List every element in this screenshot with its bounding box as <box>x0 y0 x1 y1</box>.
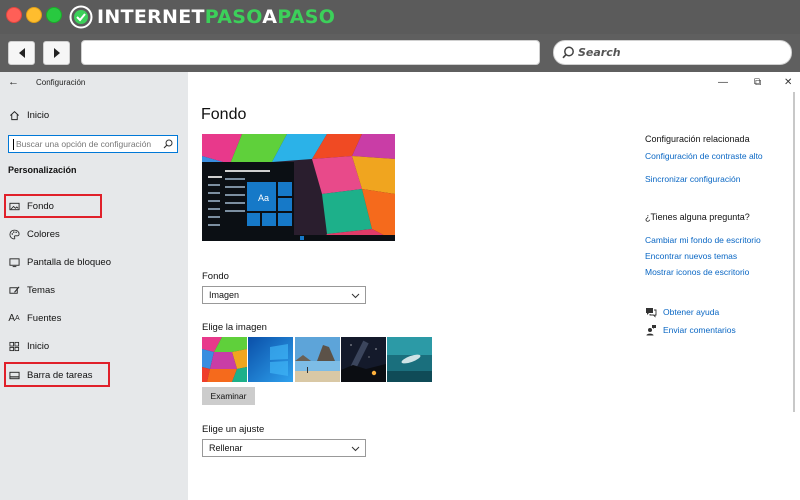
thumbnail-colorful-image <box>202 337 247 382</box>
sidebar-item-temas[interactable]: Temas <box>8 281 178 299</box>
high-contrast-link[interactable]: Configuración de contraste alto <box>645 151 763 161</box>
forward-button[interactable] <box>43 41 70 65</box>
highlight-box-barra-de-tareas <box>4 362 110 387</box>
sidebar-item-colores[interactable]: Colores <box>8 225 178 243</box>
brand-text-part: A <box>262 6 278 28</box>
browser-window: INTERNETPASOAPASO Search ← Configuración… <box>0 0 800 500</box>
sidebar-item-inicio[interactable]: Inicio <box>8 337 178 355</box>
sidebar-item-label: Inicio <box>27 340 50 352</box>
sidebar-item-label: Temas <box>27 284 55 296</box>
chevron-down-icon <box>351 446 360 452</box>
sync-settings-link[interactable]: Sincronizar configuración <box>645 174 740 184</box>
brand-text-part: INTERNET <box>97 6 205 28</box>
text-caret <box>13 138 14 150</box>
arrow-left-icon <box>18 48 25 58</box>
sidebar-item-label: Fuentes <box>27 312 62 324</box>
related-settings-heading: Configuración relacionada <box>645 134 750 144</box>
back-arrow-icon[interactable]: ← <box>8 77 19 88</box>
find-themes-link[interactable]: Encontrar nuevos temas <box>645 251 737 261</box>
browse-button[interactable]: Examinar <box>202 387 255 405</box>
sidebar-item-pantalla-de-bloqueo[interactable]: Pantalla de bloqueo <box>8 253 178 271</box>
image-thumbnail-5[interactable] <box>387 337 432 382</box>
questions-heading: ¿Tienes alguna pregunta? <box>645 212 750 222</box>
fondo-label: Fondo <box>202 271 229 282</box>
scrollbar[interactable] <box>793 92 795 412</box>
fit-dropdown-value: Rellenar <box>209 443 243 453</box>
fonts-icon: AA <box>8 312 20 324</box>
search-icon <box>562 46 574 59</box>
maximize-window-button[interactable] <box>46 7 62 23</box>
thumbnail-night-sky-image <box>341 337 386 382</box>
desktop-icons-link[interactable]: Mostrar iconos de escritorio <box>645 267 749 277</box>
browser-toolbar: Search <box>0 34 800 72</box>
image-thumbnail-4[interactable] <box>341 337 386 382</box>
lock-screen-icon <box>8 256 20 268</box>
thumbnail-beach-image <box>295 337 340 382</box>
send-feedback-label: Enviar comentarios <box>663 325 736 335</box>
back-button[interactable] <box>8 41 35 65</box>
start-icon <box>8 340 20 352</box>
settings-search-input[interactable]: Buscar una opción de configuración <box>8 135 178 153</box>
feedback-person-icon <box>646 325 656 336</box>
image-thumbnail-1[interactable] <box>202 337 247 382</box>
brand-text-part: PASO <box>204 6 263 28</box>
thumbnail-windows-image <box>248 337 293 382</box>
fit-label: Elige un ajuste <box>202 424 265 435</box>
preview-image <box>202 134 395 241</box>
brand-text-part: PASO <box>277 6 336 28</box>
home-icon <box>8 109 20 121</box>
restore-icon[interactable]: ⧉ <box>754 78 761 88</box>
search-icon <box>163 139 173 149</box>
browser-search-field[interactable]: Search <box>553 40 792 65</box>
help-chat-icon <box>646 308 657 318</box>
fit-dropdown[interactable]: Rellenar <box>202 439 366 457</box>
address-bar[interactable] <box>81 40 540 65</box>
sidebar-item-fuentes[interactable]: AA Fuentes <box>8 309 178 327</box>
brand-wordmark: INTERNETPASOAPASO <box>97 4 335 30</box>
sidebar-item-home[interactable]: Inicio <box>8 106 178 124</box>
fondo-dropdown-value: Imagen <box>209 290 240 300</box>
fondo-dropdown[interactable]: Imagen <box>202 286 366 304</box>
settings-main-pane: — ⧉ ✕ Fondo Aa Fondo Imagen Elige la ima… <box>188 72 800 500</box>
sidebar-item-label: Pantalla de bloqueo <box>27 256 111 268</box>
settings-search-placeholder: Buscar una opción de configuración <box>16 139 152 149</box>
chevron-down-icon <box>351 293 360 299</box>
settings-sidebar: ← Configuración Inicio Buscar una opción… <box>0 72 188 500</box>
brand-logo: INTERNETPASOAPASO <box>69 4 335 30</box>
image-thumbnail-2[interactable] <box>248 337 293 382</box>
change-background-link[interactable]: Cambiar mi fondo de escritorio <box>645 235 761 245</box>
minimize-window-button[interactable] <box>26 7 42 23</box>
section-title: Personalización <box>8 165 77 175</box>
get-help-link[interactable]: Obtener ayuda <box>645 306 719 318</box>
background-preview: Aa <box>202 134 395 241</box>
brand-mark-icon <box>69 5 93 29</box>
sidebar-topbar: ← Configuración <box>0 72 188 94</box>
highlight-box-fondo <box>4 194 102 218</box>
page-title: Fondo <box>201 106 247 123</box>
close-icon[interactable]: ✕ <box>784 78 792 88</box>
image-thumbnail-3[interactable] <box>295 337 340 382</box>
thumbnail-underwater-image <box>387 337 432 382</box>
palette-icon <box>8 228 20 240</box>
minimize-icon[interactable]: — <box>718 78 728 88</box>
browser-search-placeholder: Search <box>578 46 621 59</box>
themes-icon <box>8 284 20 296</box>
preview-tile-text: Aa <box>258 193 270 203</box>
send-feedback-link[interactable]: Enviar comentarios <box>645 324 736 336</box>
choose-image-label: Elige la imagen <box>202 322 267 333</box>
arrow-right-icon <box>53 48 60 58</box>
title-bar: INTERNETPASOAPASO <box>0 0 800 34</box>
get-help-label: Obtener ayuda <box>663 307 720 317</box>
close-window-button[interactable] <box>6 7 22 23</box>
sidebar-item-label: Inicio <box>27 109 50 121</box>
app-title: Configuración <box>36 78 86 87</box>
settings-window: ← Configuración Inicio Buscar una opción… <box>0 72 800 500</box>
sidebar-item-label: Colores <box>27 228 60 240</box>
